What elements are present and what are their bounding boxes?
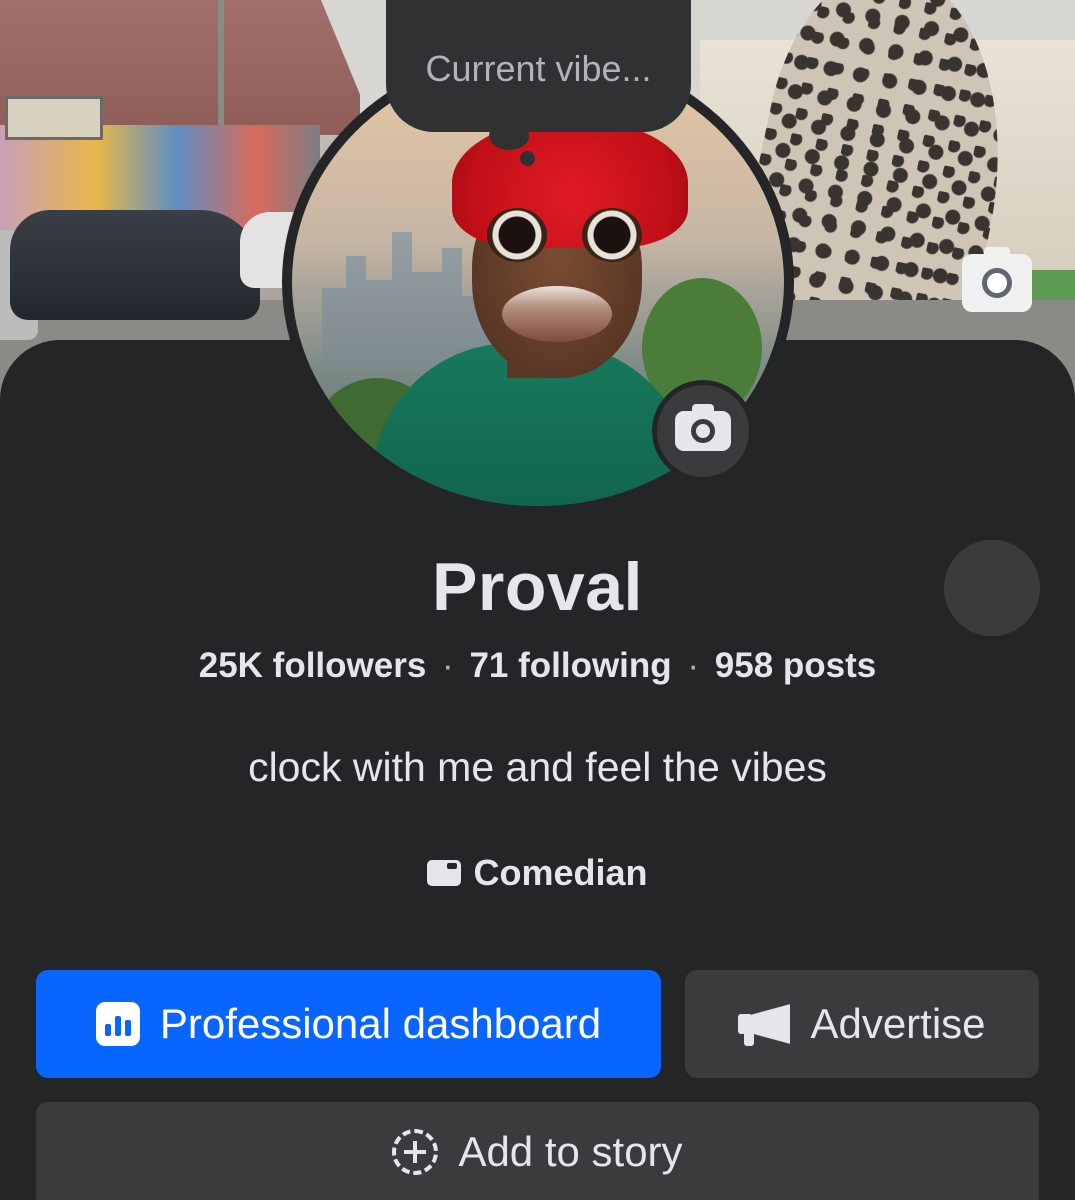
profile-page: Current vibe... Proval 25K followers · 7… [0, 0, 1075, 1200]
bubble-tail-dot [520, 151, 535, 166]
profile-category: Comedian [0, 852, 1075, 894]
category-label: Comedian [473, 852, 648, 893]
advertise-label: Advertise [810, 1000, 986, 1047]
camera-icon [675, 404, 731, 451]
camera-icon [982, 268, 1012, 298]
following-count[interactable]: 71 following [469, 646, 671, 685]
professional-dashboard-label: Professional dashboard [159, 1000, 602, 1047]
megaphone-icon [738, 1004, 791, 1046]
profile-bio: clock with me and feel the vibes [248, 744, 827, 790]
posts-count[interactable]: 958 posts [715, 646, 876, 685]
professional-dashboard-button[interactable]: Professional dashboard [36, 970, 661, 1078]
add-to-story-button[interactable]: Add to story [36, 1102, 1039, 1200]
notification-dot [944, 540, 1040, 636]
bar-chart-icon [95, 1002, 140, 1046]
stats-separator: · [442, 646, 454, 685]
add-story-icon [392, 1129, 439, 1175]
profile-stats: 25K followers · 71 following · 958 posts [0, 646, 1075, 686]
add-to-story-label: Add to story [458, 1128, 683, 1175]
edit-avatar-camera-button[interactable] [652, 380, 754, 482]
current-vibe-bubble[interactable]: Current vibe... [386, 0, 691, 132]
followers-count[interactable]: 25K followers [199, 646, 427, 685]
bubble-tail [489, 122, 529, 150]
current-vibe-placeholder: Current vibe... [425, 48, 652, 89]
advertise-button[interactable]: Advertise [685, 970, 1039, 1078]
stats-separator: · [687, 646, 700, 685]
category-icon [427, 860, 462, 886]
profile-name: Proval [432, 549, 643, 625]
edit-cover-camera-button[interactable] [962, 247, 1032, 312]
